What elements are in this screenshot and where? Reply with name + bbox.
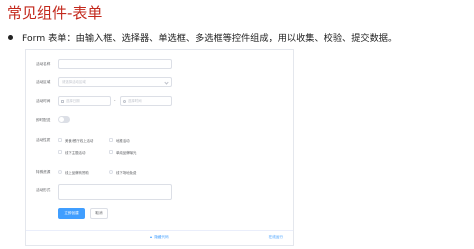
radio-icon (58, 170, 62, 174)
date-placeholder: 选择日期 (66, 99, 80, 103)
form-demo-card: 活动名称 活动区域 请选择活动区域 活动时间 选择日期 - 选择时间 即时配送 … (25, 49, 294, 246)
checkbox-icon (109, 138, 113, 142)
bullet-text: Form 表单：由输入框、选择器、单选框、多选框等控件组成，用以收集、校验、提交… (22, 33, 398, 44)
type-label: 活动性质 (36, 138, 51, 142)
checkbox-icon (109, 150, 113, 154)
demo-footer: 隐藏代码 在线运行 (26, 230, 293, 245)
delivery-label: 即时配送 (36, 118, 51, 122)
caret-up-icon (150, 236, 153, 238)
form-row-resource: 特殊资源 线上品牌商赞助 线下场地免费 (26, 166, 293, 178)
online-run-link[interactable]: 在线运行 (269, 231, 283, 244)
desc-textarea[interactable] (58, 184, 172, 200)
region-placeholder: 请选择活动区域 (62, 80, 86, 84)
checkbox-icon (58, 138, 62, 142)
type-checkbox-0[interactable]: 美食/餐厅线上活动 (58, 134, 93, 146)
form-row-desc: 活动形式 (26, 184, 293, 202)
bullet-point: Form 表单：由输入框、选择器、单选框、多选框等控件组成，用以收集、校验、提交… (8, 30, 397, 44)
cancel-button[interactable]: 取消 (90, 208, 108, 219)
radio-icon (109, 170, 113, 174)
form-row-time: 活动时间 选择日期 - 选择时间 (26, 95, 293, 107)
desc-label: 活动形式 (36, 188, 51, 192)
region-select[interactable]: 请选择活动区域 (58, 77, 172, 87)
form-row-actions: 立即创建 取消 (26, 208, 293, 220)
hide-code-label: 隐藏代码 (154, 235, 169, 239)
type-checkbox-2[interactable]: 线下主题活动 (58, 146, 85, 158)
bullet-dot-icon (8, 34, 13, 40)
clock-icon (123, 99, 126, 103)
delivery-switch[interactable] (58, 116, 70, 123)
name-input[interactable] (58, 59, 172, 69)
create-button[interactable]: 立即创建 (58, 208, 85, 219)
type-checkbox-3[interactable]: 单纯品牌曝光 (109, 146, 136, 158)
chevron-down-icon (164, 80, 169, 85)
type-checkbox-1[interactable]: 地推活动 (109, 134, 130, 146)
checkbox-icon (58, 150, 62, 154)
resource-radio-0[interactable]: 线上品牌商赞助 (58, 166, 89, 178)
time-label: 活动时间 (36, 99, 51, 103)
name-label: 活动名称 (36, 62, 51, 66)
calendar-icon (61, 99, 64, 103)
form-row-region: 活动区域 请选择活动区域 (26, 76, 293, 88)
region-label: 活动区域 (36, 80, 51, 84)
form-row-type-2: 线下主题活动 单纯品牌曝光 (26, 146, 293, 158)
form-row-delivery: 即时配送 (26, 114, 293, 126)
time-picker[interactable]: 选择时间 (120, 96, 172, 106)
form-row-type-1: 活动性质 美食/餐厅线上活动 地推活动 (26, 134, 293, 146)
resource-label: 特殊资源 (36, 170, 51, 174)
form-row-name: 活动名称 (26, 58, 293, 70)
slide-title: 常见组件-表单 (7, 4, 103, 22)
hide-code-toggle[interactable]: 隐藏代码 (26, 231, 293, 244)
resource-radio-1[interactable]: 线下场地免费 (109, 166, 136, 178)
date-picker[interactable]: 选择日期 (58, 96, 111, 106)
date-separator: - (114, 98, 116, 103)
time-placeholder: 选择时间 (128, 99, 142, 103)
